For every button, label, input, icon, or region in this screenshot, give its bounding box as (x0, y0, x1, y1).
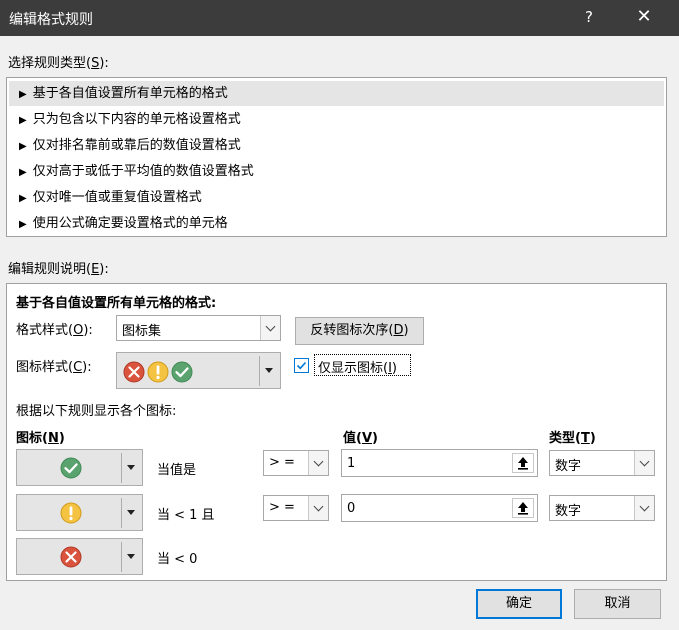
row1-type-select[interactable]: 数字 (549, 450, 655, 476)
rule-item-top-bottom[interactable]: ▶ 仅对排名靠前或靠后的数值设置格式 (9, 133, 664, 158)
range-select-icon[interactable] (512, 453, 534, 473)
column-header-type: 类型(T) (549, 431, 596, 446)
column-header-icon: 图标(N) (16, 431, 65, 446)
row2-icon-select[interactable] (16, 494, 143, 531)
rule-item-unique-duplicate[interactable]: ▶ 仅对唯一值或重复值设置格式 (9, 185, 664, 210)
chevron-down-icon (634, 451, 654, 475)
rule-item-each-value[interactable]: ▶ 基于各自值设置所有单元格的格式 (9, 81, 664, 106)
focus-rectangle (314, 354, 411, 376)
cancel-button[interactable]: 取消 (574, 589, 661, 619)
chevron-down-icon (260, 316, 280, 340)
exclamation-icon (60, 502, 82, 524)
cross-icon (60, 546, 82, 568)
dropdown-arrow-icon (127, 465, 135, 470)
dialog-title: 编辑格式规则 (9, 12, 93, 28)
rule-item-average[interactable]: ▶ 仅对高于或低于平均值的数值设置格式 (9, 159, 664, 184)
rule-item-contains[interactable]: ▶ 只为包含以下内容的单元格设置格式 (9, 107, 664, 132)
row3-condition: 当 < 0 (157, 552, 198, 567)
dropdown-arrow-icon (127, 554, 135, 559)
row2-operator-select[interactable]: > = (263, 495, 329, 521)
rule-description-label: 编辑规则说明(E): (8, 262, 109, 277)
icon-style-select[interactable] (116, 352, 281, 389)
show-icon-only-checkbox[interactable] (294, 358, 309, 373)
ok-button[interactable]: 确定 (476, 589, 562, 619)
title-bar: 编辑格式规则 ? ✕ (0, 0, 679, 36)
row2-type-select[interactable]: 数字 (549, 495, 655, 521)
rule-description-panel: 基于各自值设置所有单元格的格式: 格式样式(O): 图标集 反转图标次序(D) … (6, 283, 667, 581)
check-icon (60, 457, 82, 479)
icon-set-preview (123, 361, 193, 383)
row1-icon-select[interactable] (16, 449, 143, 486)
checkmark-icon (296, 361, 307, 370)
row3-icon-select[interactable] (16, 538, 143, 575)
row1-operator-select[interactable]: > = (263, 450, 329, 476)
help-button[interactable]: ? (578, 6, 600, 28)
format-style-select[interactable]: 图标集 (116, 315, 281, 341)
chevron-down-icon (308, 451, 328, 475)
row1-condition: 当值是 (157, 463, 197, 478)
chevron-down-icon (634, 496, 654, 520)
description-heading: 基于各自值设置所有单元格的格式: (16, 296, 217, 311)
row2-condition: 当 < 1 且 (157, 508, 215, 523)
rules-heading: 根据以下规则显示各个图标: (16, 404, 177, 419)
icon-style-label: 图标样式(C): (16, 360, 92, 375)
row1-value-input[interactable]: 1 (341, 449, 538, 477)
rule-type-list[interactable]: ▶ 基于各自值设置所有单元格的格式 ▶ 只为包含以下内容的单元格设置格式 ▶ 仅对排名… (6, 77, 667, 237)
chevron-down-icon (308, 496, 328, 520)
rule-type-label: 选择规则类型(S): (8, 56, 109, 71)
column-header-value: 值(V) (343, 431, 378, 446)
range-select-icon[interactable] (512, 498, 534, 518)
row2-value-input[interactable]: 0 (341, 494, 538, 522)
format-style-label: 格式样式(O): (16, 323, 93, 338)
dropdown-arrow-icon (127, 510, 135, 515)
reverse-icon-order-button[interactable]: 反转图标次序(D) (295, 317, 424, 345)
close-button[interactable]: ✕ (630, 6, 658, 28)
dropdown-arrow-icon (265, 368, 273, 373)
rule-item-formula[interactable]: ▶ 使用公式确定要设置格式的单元格 (9, 211, 664, 236)
